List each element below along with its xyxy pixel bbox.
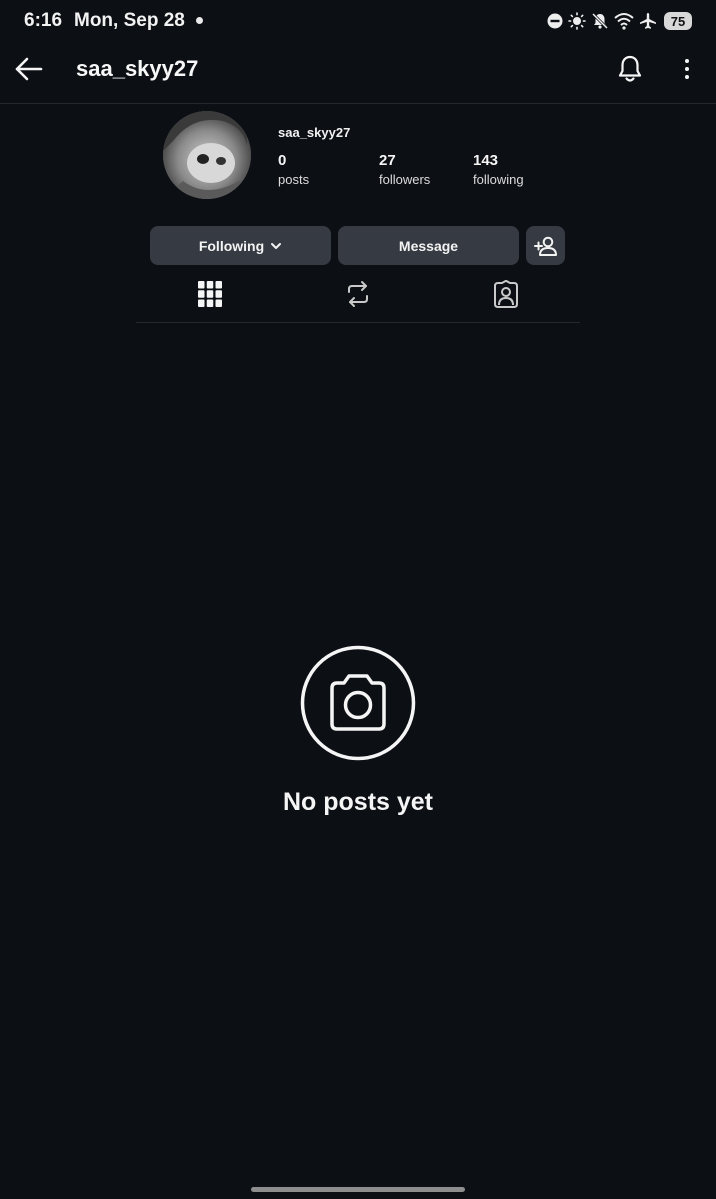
mute-icon — [591, 12, 609, 30]
stat-following[interactable]: 143 following — [473, 152, 524, 187]
tab-tagged[interactable] — [491, 279, 521, 309]
stat-posts[interactable]: 0 posts — [278, 152, 309, 187]
status-date: Mon, Sep 28 — [74, 10, 185, 31]
message-button-label: Message — [398, 237, 459, 254]
tagged-icon — [494, 280, 518, 308]
brightness-icon — [568, 12, 586, 30]
status-icons: 75 — [547, 10, 692, 32]
empty-state-text: No posts yet — [282, 788, 434, 816]
airplane-icon — [640, 13, 656, 29]
tab-posts-grid[interactable] — [195, 279, 225, 309]
stat-value: 143 — [473, 152, 499, 169]
chevron-down-icon — [271, 242, 282, 249]
back-arrow-icon[interactable] — [14, 56, 44, 82]
following-button[interactable]: Following — [150, 226, 331, 265]
suggested-users-button[interactable] — [526, 226, 565, 265]
message-button[interactable]: Message — [338, 226, 519, 265]
grid-icon — [198, 281, 222, 307]
status-time: 6:16 — [24, 10, 63, 31]
tab-reposts[interactable] — [343, 279, 373, 309]
status-bar: 6:16 Mon, Sep 28 75 — [0, 0, 716, 44]
stat-label: followers — [379, 172, 431, 187]
do-not-disturb-icon — [547, 13, 563, 29]
profile-header: saa_skyy27 0 posts 27 followers 143 foll… — [136, 104, 580, 324]
stat-followers[interactable]: 27 followers — [379, 152, 430, 187]
bell-icon[interactable] — [616, 54, 644, 84]
stat-label: following — [473, 172, 524, 187]
following-button-label: Following — [198, 237, 265, 254]
add-person-icon — [533, 236, 557, 256]
profile-tabs — [136, 272, 580, 323]
avatar-image — [163, 111, 251, 199]
repost-icon — [348, 281, 368, 307]
wifi-icon — [614, 13, 634, 30]
header-username: saa_skyy27 — [76, 56, 199, 81]
camera-icon — [300, 645, 416, 761]
avatar[interactable] — [163, 111, 251, 199]
more-vertical-icon[interactable] — [678, 56, 696, 82]
battery-icon: 75 — [664, 12, 692, 30]
notification-dot — [196, 17, 203, 24]
stat-value: 27 — [379, 152, 396, 169]
home-indicator[interactable] — [251, 1187, 465, 1192]
stat-value: 0 — [278, 152, 287, 169]
profile-name: saa_skyy27 — [278, 125, 351, 140]
app-bar: saa_skyy27 — [0, 44, 716, 104]
stat-label: posts — [278, 172, 310, 187]
